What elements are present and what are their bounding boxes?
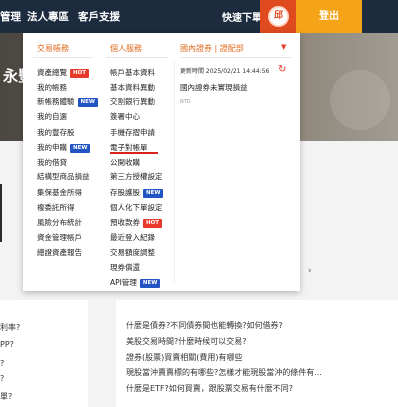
avatar[interactable]: 邱 xyxy=(268,6,289,27)
nav-item-support[interactable]: 客戶支援 xyxy=(78,9,120,24)
menu-item-lending[interactable]: 我的借貸 xyxy=(37,157,67,168)
update-time: 更新時間 2025/02/21 14:44:56 xyxy=(180,68,270,75)
menu-item-label: 我的申購 xyxy=(37,143,67,152)
menu-item-signing-center[interactable]: 簽署中心 xyxy=(110,111,140,122)
new-badge: NEW xyxy=(143,189,164,198)
menu-item-sub-brokerage-income[interactable]: 複委託所得 xyxy=(37,202,75,213)
menu-item-order-settings[interactable]: 個人化下單設定 xyxy=(110,202,163,213)
menu-col-divider xyxy=(106,57,168,58)
top-nav-right xyxy=(362,0,398,33)
unrealized-pnl-label: 國內證券未實現損益 xyxy=(180,83,248,92)
hot-badge: HOT xyxy=(143,219,163,228)
hot-badge: HOT xyxy=(70,69,90,78)
menu-item-mobile-passbook[interactable]: 手機存摺申請 xyxy=(110,127,155,138)
new-badge: NEW xyxy=(77,98,98,107)
menu-item-bank-change[interactable]: 交割銀行異動 xyxy=(110,96,155,107)
menu-item-stock-saving[interactable]: 我的豐存股 xyxy=(37,127,75,138)
menu-item-label: API管理 xyxy=(110,278,137,287)
user-avatar-container[interactable]: 邱 xyxy=(260,0,296,33)
menu-item-new-account-experience[interactable]: 新帳務體驗 NEW xyxy=(37,96,98,107)
nav-item-corporate[interactable]: 法人專區 xyxy=(27,9,69,24)
menu-item-watchlist[interactable]: 我的自選 xyxy=(37,111,67,122)
menu-item-label: 預收款券 xyxy=(110,218,140,227)
currency-label: NTD xyxy=(180,99,191,105)
menu-col-divider xyxy=(33,57,93,58)
menu-item-account-info[interactable]: 帳戶基本資料 xyxy=(110,67,155,78)
menu-item-third-party-auth[interactable]: 第三方授權設定 xyxy=(110,171,163,182)
faq-left-item[interactable]: PP? xyxy=(0,340,14,349)
menu-item-spot-repay[interactable]: 現券償還 xyxy=(110,262,140,273)
account-select-dropdown[interactable]: 國內證券 | 證配部 xyxy=(180,43,292,54)
menu-col-divider xyxy=(180,57,292,58)
menu-item-stock-protection[interactable]: 存股護股 NEW xyxy=(110,187,164,198)
faq-left-item[interactable]: 單? xyxy=(0,391,12,402)
faq-link[interactable]: 證券(股票)買賣相關(費用)有哪些 xyxy=(126,352,242,363)
e-statement-underline xyxy=(110,152,158,154)
nav-item-management[interactable]: 管理 xyxy=(0,9,21,24)
chevron-down-icon[interactable]: ▼ xyxy=(281,43,286,51)
menu-item-limit-adjust[interactable]: 交易額度調整 xyxy=(110,247,155,258)
new-badge: NEW xyxy=(139,279,161,288)
faq-link[interactable]: 現股當沖賣賣標的有哪些?怎樣才能現股當沖的條件有... xyxy=(126,367,322,378)
faq-left-item[interactable]: 利率? xyxy=(0,322,20,333)
refresh-icon[interactable]: ↻ xyxy=(278,64,286,75)
logout-button[interactable]: 登出 xyxy=(296,0,362,33)
next-arrow-icon[interactable]: › xyxy=(308,266,312,276)
menu-item-prepayment[interactable]: 預收款券 HOT xyxy=(110,217,163,228)
menu-item-profile-change[interactable]: 基本資料異動 xyxy=(110,82,155,93)
menu-column-divider xyxy=(174,61,175,283)
menu-col-trading-title: 交易帳務 xyxy=(37,44,69,53)
left-edge-bar xyxy=(0,184,2,242)
account-dropdown-menu: 交易帳務 資產總覽 HOT 我的帳務 新帳務體驗 NEW 我的自選 我的豐存股 我的… xyxy=(23,33,300,291)
menu-item-asset-report[interactable]: 總證資產報告 xyxy=(37,247,82,258)
faq-left-item[interactable]: ? xyxy=(0,374,4,383)
menu-item-label: 新帳務體驗 xyxy=(37,97,75,106)
menu-item-structured-pnl[interactable]: 結構型商品損益 xyxy=(37,171,90,182)
menu-item-subscription[interactable]: 我的申購 NEW xyxy=(37,142,91,153)
menu-item-api-management[interactable]: API管理 NEW xyxy=(110,277,161,288)
menu-item-asset-overview[interactable]: 資產總覽 HOT xyxy=(37,67,90,78)
faq-link[interactable]: 什麼是ETF?如何買賣，跟股票交易有什麼不同? xyxy=(126,383,293,394)
menu-col-personal-title: 個人服務 xyxy=(110,44,142,53)
menu-item-tender-offer[interactable]: 公開收購 xyxy=(110,157,140,168)
hero-decoration xyxy=(330,70,390,130)
menu-item-login-history[interactable]: 最近登入紀錄 xyxy=(110,232,155,243)
menu-item-fund-management[interactable]: 資金管理帳戶 xyxy=(37,232,82,243)
faq-left-item[interactable]: ? xyxy=(0,359,4,368)
new-badge: NEW xyxy=(70,144,91,153)
faq-link[interactable]: 美股交易時間?什麼時候可以交易? xyxy=(126,336,247,347)
faq-link[interactable]: 什麼是債券?不同債券間也能轉換?如何借券? xyxy=(126,320,283,331)
menu-item-risk-stats[interactable]: 風險分布統計 xyxy=(37,217,82,228)
menu-item-label: 資產總覽 xyxy=(37,68,67,77)
quick-order-link[interactable]: 快速下單 xyxy=(222,9,262,24)
menu-item-fund-income[interactable]: 集保基金所得 xyxy=(37,187,82,198)
faq-card-left xyxy=(0,300,88,407)
menu-item-label: 存股護股 xyxy=(110,188,140,197)
menu-item-my-account[interactable]: 我的帳務 xyxy=(37,82,67,93)
